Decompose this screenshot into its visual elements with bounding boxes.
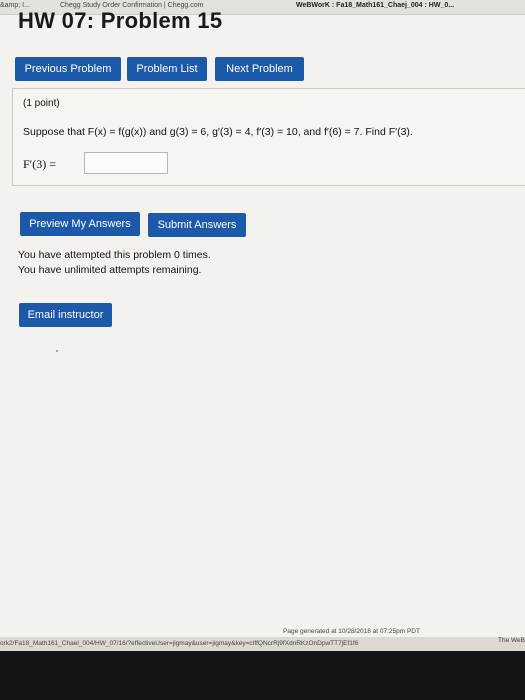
answer-input[interactable] xyxy=(84,152,168,174)
attempts-remaining: You have unlimited attempts remaining. xyxy=(18,264,202,276)
problem-statement: Suppose that F(x) = f(g(x)) and g(3) = 6… xyxy=(23,126,413,138)
email-instructor-button[interactable]: Email instructor xyxy=(19,303,112,327)
decorative-dot xyxy=(56,350,58,352)
page-title: HW 07: Problem 15 xyxy=(18,8,223,33)
answer-label: F′(3) = xyxy=(23,157,57,171)
problem-points: (1 point) xyxy=(23,98,60,109)
preview-answers-button[interactable]: Preview My Answers xyxy=(20,212,140,236)
screen-bezel xyxy=(0,651,525,700)
previous-problem-button[interactable]: Previous Problem xyxy=(15,57,121,81)
status-url: ork2/Fa18_Math161_Chael_004/HW_07/16/?ef… xyxy=(0,640,359,647)
problem-panel: (1 point) Suppose that F(x) = f(g(x)) an… xyxy=(12,88,525,186)
browser-status-bar: ork2/Fa18_Math161_Chael_004/HW_07/16/?ef… xyxy=(0,637,525,651)
footer-link[interactable]: The WeB xyxy=(498,637,525,644)
browser-tab-webwork[interactable]: WeBWorK : Fa18_Math161_Chaej_004 : HW_0.… xyxy=(296,2,454,9)
page-generated-timestamp: Page generated at 10/28/2018 at 07:25pm … xyxy=(283,628,420,635)
answer-row: F′(3) = xyxy=(23,152,168,174)
submit-answers-button[interactable]: Submit Answers xyxy=(148,213,246,237)
problem-list-button[interactable]: Problem List xyxy=(127,57,207,81)
next-problem-button[interactable]: Next Problem xyxy=(215,57,304,81)
attempts-status: You have attempted this problem 0 times. xyxy=(18,249,211,261)
